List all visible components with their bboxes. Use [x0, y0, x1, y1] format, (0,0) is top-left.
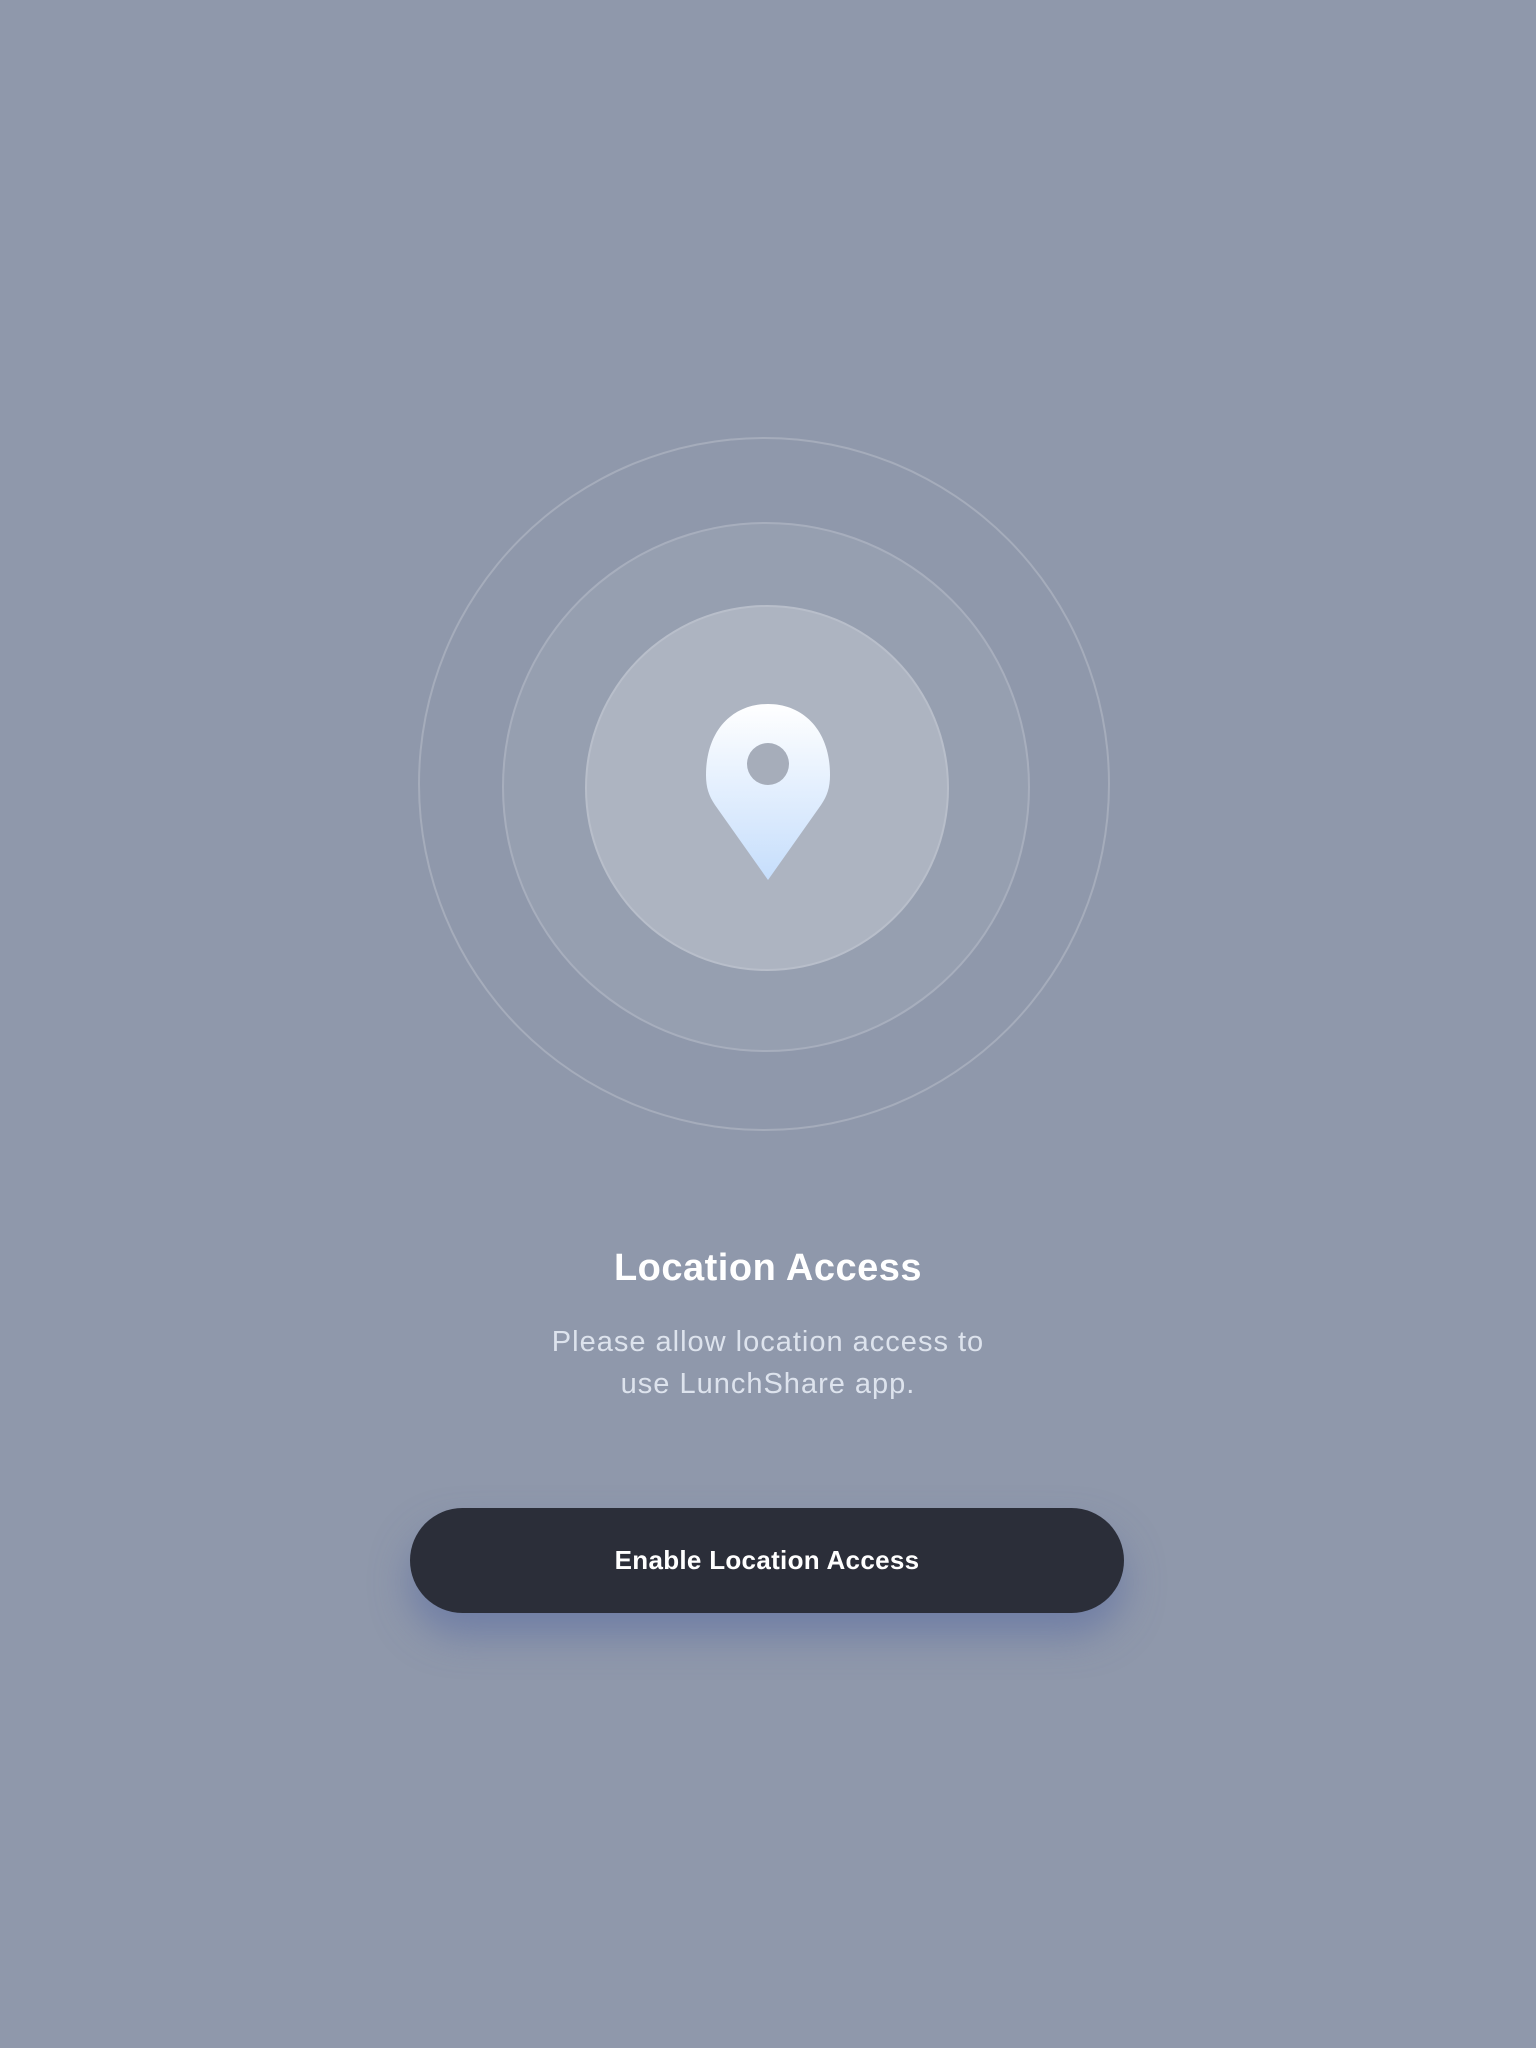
enable-location-button[interactable]: Enable Location Access	[410, 1508, 1124, 1613]
location-permission-screen: Location Access Please allow location ac…	[0, 0, 1536, 2048]
location-pin-icon	[706, 704, 830, 880]
page-description: Please allow location access to use Lunc…	[551, 1326, 985, 1400]
enable-location-button-label: Enable Location Access	[614, 1545, 920, 1575]
page-title: Location Access	[613, 1247, 923, 1289]
